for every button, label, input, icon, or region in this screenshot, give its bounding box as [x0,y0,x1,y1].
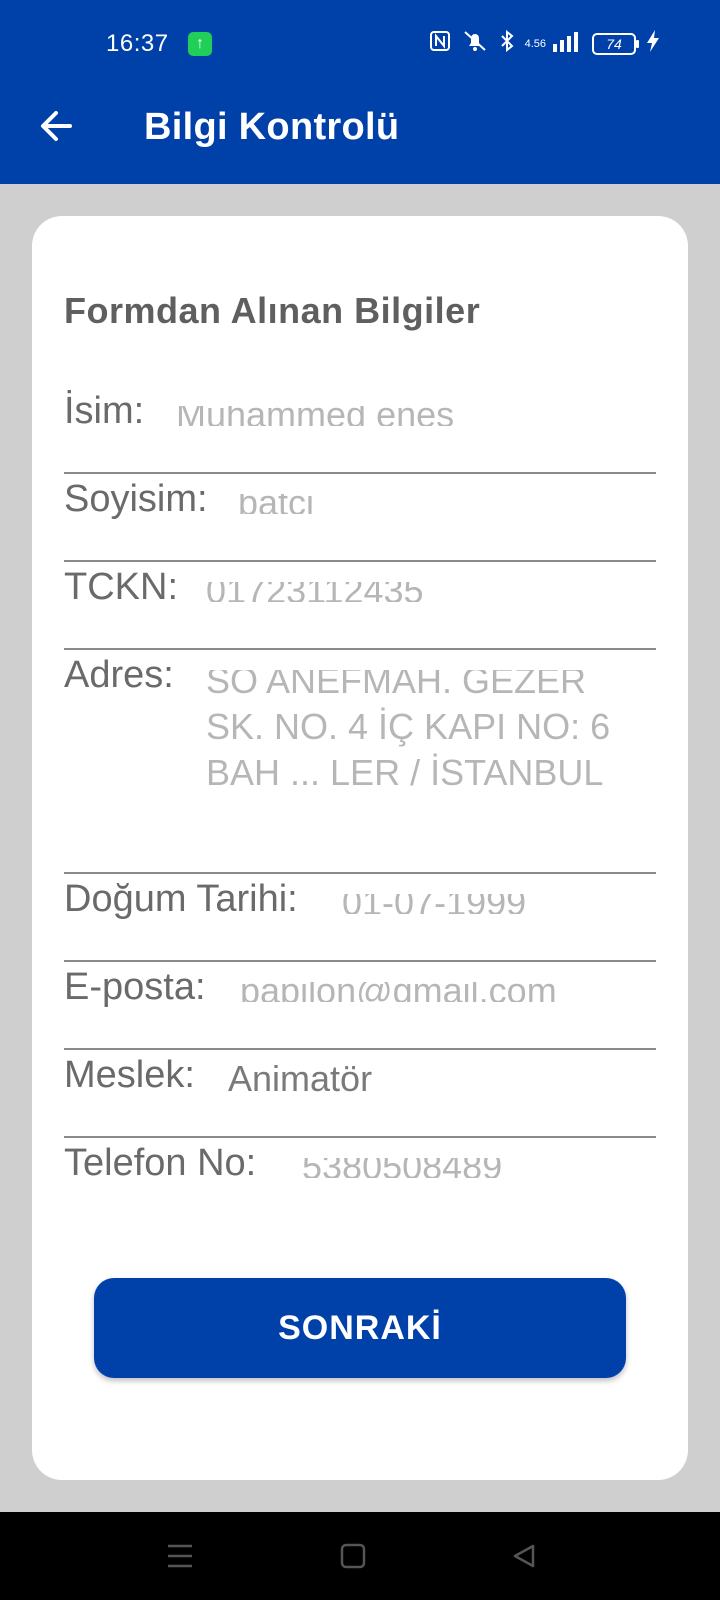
page-title: Bilgi Kontrolü [144,106,400,148]
field-row-birthdate: Doğum Tarihi: 01-07-1999 [64,872,656,962]
battery-level: 74 [606,36,622,52]
field-label: Adres: [64,654,174,696]
field-value-birthdate: 01-07-1999 [342,882,527,923]
field-label: Meslek: [64,1054,195,1096]
field-row-address: Adres: SO ANEFMAH. GEZER SK. NO. 4 İÇ KA… [64,648,656,874]
field-value-surname: batci [238,482,315,523]
bluetooth-icon [499,29,515,59]
network-speed: 4.56 [524,38,546,50]
section-title: Formdan Alınan Bilgiler [64,290,481,331]
app-header: 16:37 ↑ 4.56 74 Bilgi Kontrolü [0,0,720,184]
field-row-email: E-posta: papilon@gmail.com [64,960,656,1050]
back-triangle-icon[interactable] [502,1534,546,1578]
home-square-icon[interactable] [331,1534,375,1578]
field-label: Doğum Tarihi: [64,878,298,920]
charging-icon [646,29,660,59]
nfc-icon [429,30,451,58]
field-row-profession: Meslek: Animatör [64,1048,656,1138]
field-label: E-posta: [64,966,206,1008]
status-icons: 4.56 74 [429,29,660,59]
field-row-phone: Telefon No: 5380508489 [64,1136,656,1224]
upload-app-icon: ↑ [188,32,212,56]
system-nav-bar [0,1512,720,1600]
menu-icon[interactable] [158,1534,202,1578]
field-label: Soyisim: [64,478,208,520]
field-row-name: İsim: Muhammed enes [64,384,656,474]
battery-icon: 74 [592,33,639,55]
info-card: Formdan Alınan Bilgiler İsim: Muhammed e… [32,216,688,1480]
arrow-left-icon[interactable] [36,106,76,146]
field-row-tckn: TCKN: 01723112435 [64,560,656,650]
field-row-surname: Soyisim: batci [64,472,656,562]
field-value-name: Muhammed enes [176,394,455,435]
mute-icon [461,29,489,59]
field-label: TCKN: [64,566,178,608]
field-value-phone: 5380508489 [302,1146,503,1187]
signal-icon [552,30,582,58]
field-label: Telefon No: [64,1142,257,1184]
field-value-email: papilon@gmail.com [240,970,557,1011]
field-value-tckn: 01723112435 [206,570,424,611]
field-label: İsim: [64,390,145,432]
field-value-profession: Animatör [228,1058,373,1099]
field-value-address: SO ANEFMAH. GEZER SK. NO. 4 İÇ KAPI NO: … [206,660,611,793]
status-time: 16:37 [106,30,169,57]
next-button[interactable]: SONRAKİ [94,1278,626,1378]
